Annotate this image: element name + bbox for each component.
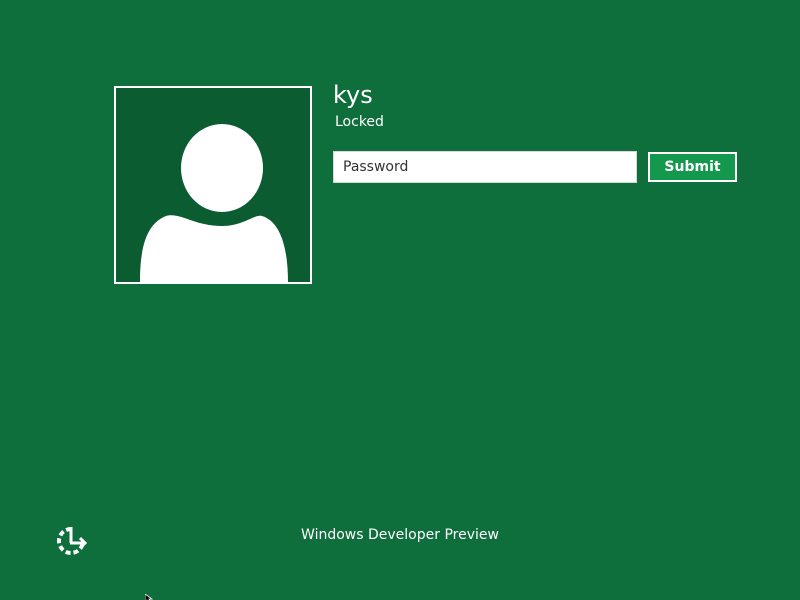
user-name: kys xyxy=(333,81,373,109)
user-silhouette-icon xyxy=(140,124,288,282)
mouse-cursor-icon xyxy=(145,594,153,600)
lock-screen: kys Locked Submit Windows Developer Prev… xyxy=(0,0,800,600)
password-field[interactable] xyxy=(333,151,637,183)
user-avatar xyxy=(114,86,312,284)
os-version-label: Windows Developer Preview xyxy=(301,527,499,543)
submit-button[interactable]: Submit xyxy=(648,152,737,182)
account-status: Locked xyxy=(335,114,384,130)
